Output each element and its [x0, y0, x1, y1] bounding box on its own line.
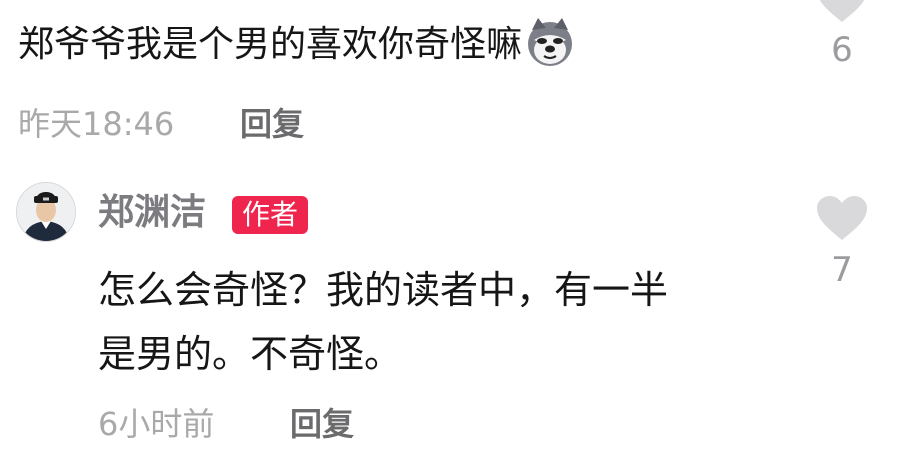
reply-button[interactable]: 回复: [290, 400, 354, 448]
comment-time: 6小时前: [98, 405, 215, 443]
comment-text: 郑爷爷我是个男的喜欢你奇怪嘛: [18, 16, 576, 73]
comment-time: 昨天18:46: [18, 105, 175, 143]
comment-thread: 6 郑爷爷我是个男的喜欢你奇怪嘛 昨天18:46 回复 郑渊洁 作者 怎么会奇怪…: [0, 0, 915, 471]
comment-line: 是男的。不奇怪。: [98, 332, 403, 376]
comment-text: 怎么会奇怪？我的读者中，有一半 是男的。不奇怪。: [98, 258, 798, 386]
comment-line: 怎么会奇怪？我的读者中，有一半: [98, 268, 669, 312]
author-name[interactable]: 郑渊洁: [98, 188, 206, 238]
like-count: 6: [831, 30, 853, 70]
husky-emoji-icon: [524, 16, 576, 68]
reply-button[interactable]: 回复: [240, 100, 304, 148]
like-button[interactable]: 6: [812, 0, 872, 70]
heart-icon: [819, 0, 865, 22]
heart-icon: [817, 196, 867, 240]
like-count: 7: [831, 250, 853, 290]
like-button[interactable]: 7: [812, 194, 872, 290]
author-badge: 作者: [232, 196, 309, 234]
avatar[interactable]: [16, 182, 76, 242]
comment-body: 郑爷爷我是个男的喜欢你奇怪嘛: [18, 24, 523, 65]
